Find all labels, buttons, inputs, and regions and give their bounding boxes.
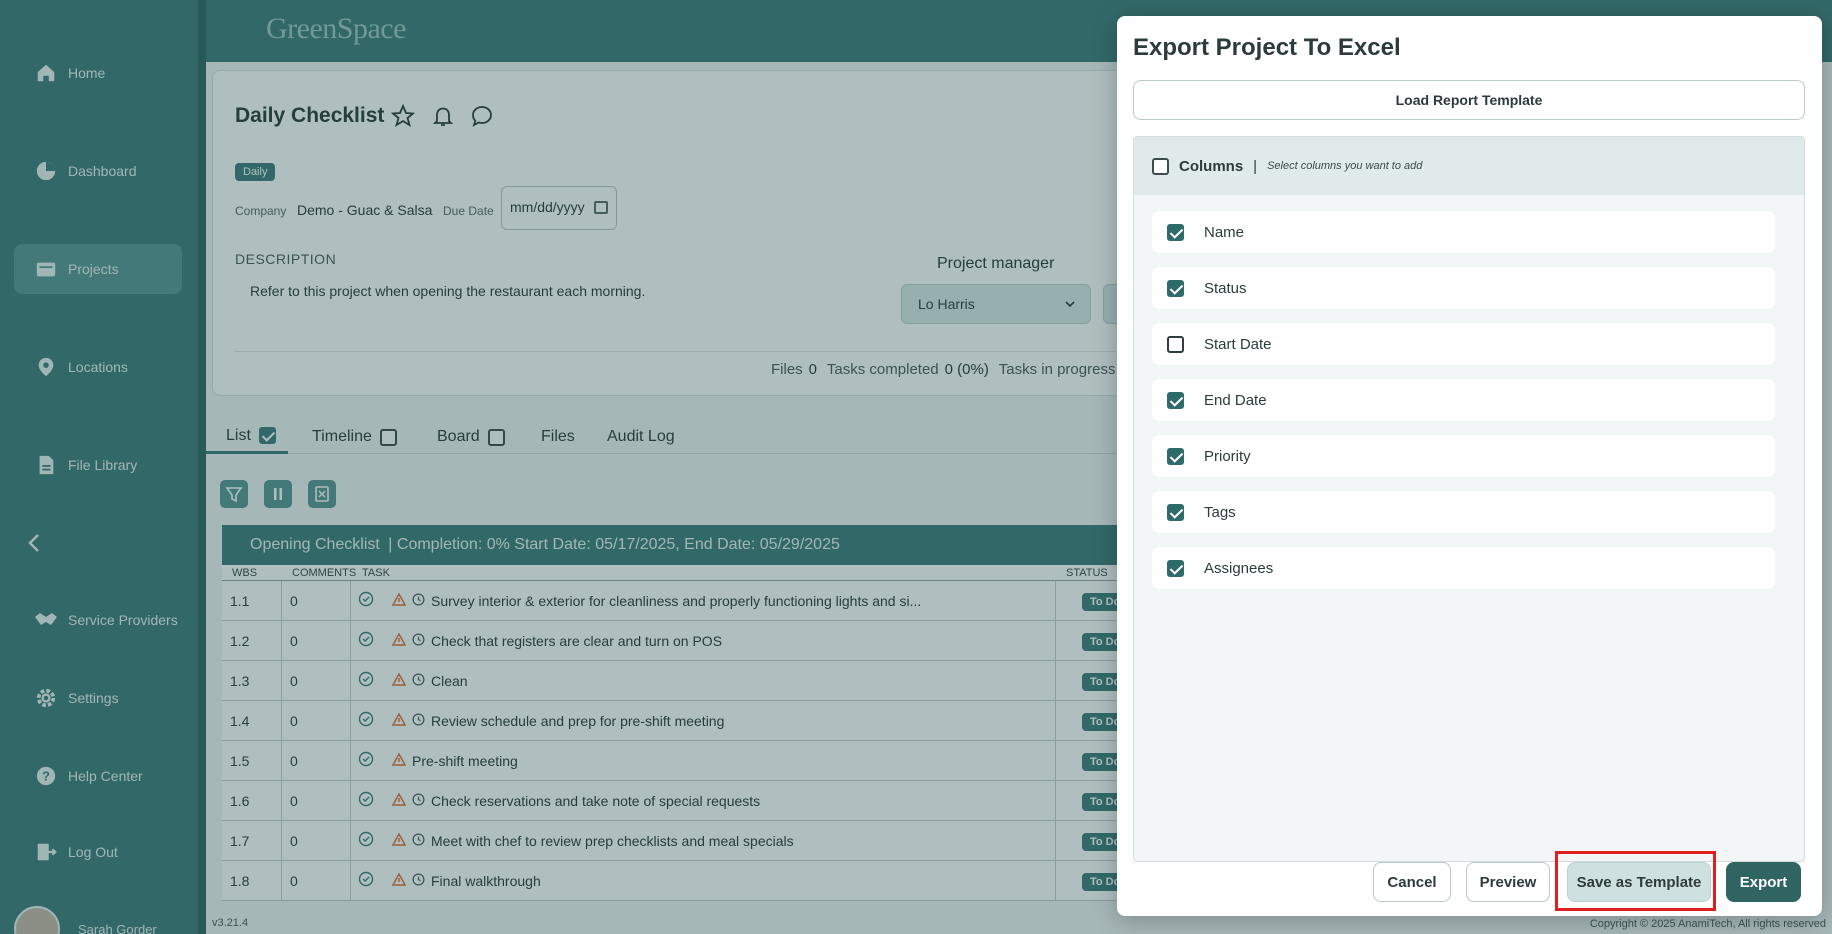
columns-header: Columns | Select columns you want to add bbox=[1134, 137, 1804, 195]
column-checkbox[interactable] bbox=[1167, 223, 1184, 241]
export-button[interactable]: Export bbox=[1726, 862, 1801, 902]
column-option[interactable]: Tags bbox=[1152, 491, 1775, 533]
column-checkbox[interactable] bbox=[1167, 447, 1184, 465]
load-report-template-button[interactable]: Load Report Template bbox=[1133, 80, 1805, 120]
columns-separator: | bbox=[1253, 157, 1258, 175]
columns-panel: Columns | Select columns you want to add… bbox=[1133, 136, 1805, 862]
cancel-button[interactable]: Cancel bbox=[1373, 862, 1451, 902]
column-option[interactable]: Name bbox=[1152, 211, 1775, 253]
column-option-label: End Date bbox=[1204, 391, 1267, 409]
column-checkbox[interactable] bbox=[1167, 335, 1184, 353]
column-option-label: Tags bbox=[1204, 503, 1236, 521]
columns-heading: Columns bbox=[1179, 157, 1244, 175]
export-modal: Export Project To Excel Load Report Temp… bbox=[1117, 16, 1822, 916]
column-option-label: Status bbox=[1204, 279, 1247, 297]
column-option[interactable]: Priority bbox=[1152, 435, 1775, 477]
column-option-label: Start Date bbox=[1204, 335, 1272, 353]
column-checkbox[interactable] bbox=[1167, 279, 1184, 297]
highlight-box bbox=[1555, 851, 1716, 911]
column-option[interactable]: Status bbox=[1152, 267, 1775, 309]
column-checkbox[interactable] bbox=[1167, 503, 1184, 521]
select-all-checkbox[interactable] bbox=[1152, 157, 1169, 175]
column-option[interactable]: Start Date bbox=[1152, 323, 1775, 365]
column-checkbox[interactable] bbox=[1167, 559, 1184, 577]
column-option[interactable]: Assignees bbox=[1152, 547, 1775, 589]
column-option-label: Assignees bbox=[1204, 559, 1274, 577]
column-option-label: Priority bbox=[1204, 447, 1251, 465]
preview-button[interactable]: Preview bbox=[1466, 862, 1550, 902]
columns-hint: Select columns you want to add bbox=[1267, 160, 1423, 172]
modal-title: Export Project To Excel bbox=[1133, 34, 1401, 61]
column-option[interactable]: End Date bbox=[1152, 379, 1775, 421]
column-option-label: Name bbox=[1204, 223, 1245, 241]
column-checkbox[interactable] bbox=[1167, 391, 1184, 409]
